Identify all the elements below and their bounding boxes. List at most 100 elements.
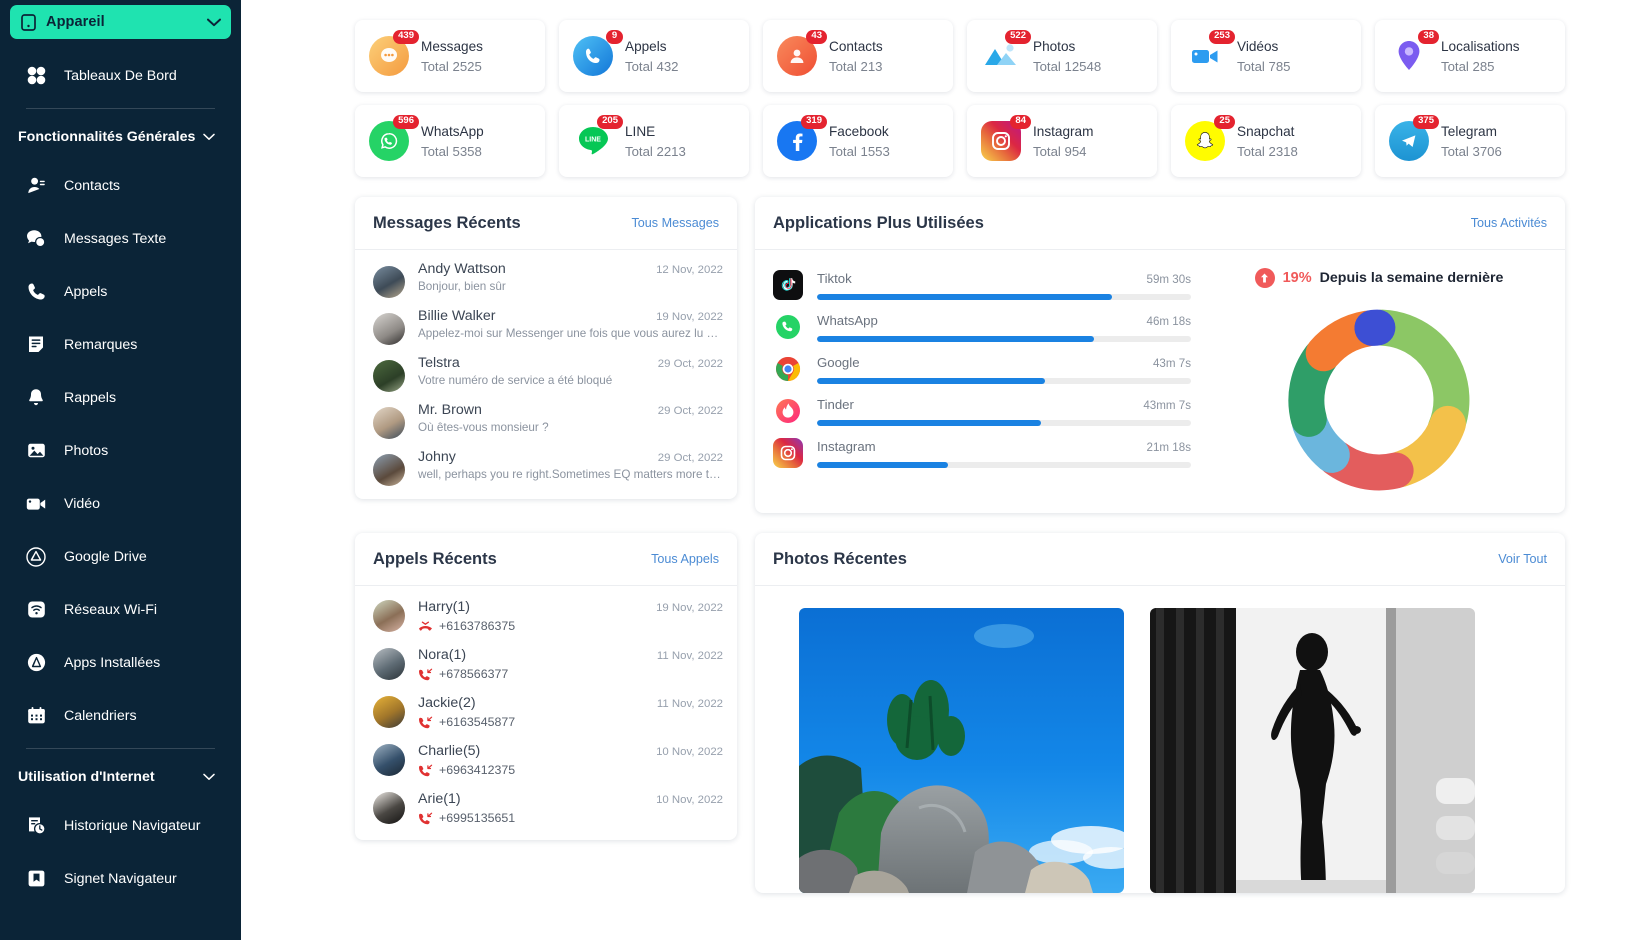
stat-card-contacts[interactable]: 43 Contacts Total 213 [763, 20, 953, 92]
list-item[interactable]: Instagram 21m 18s [755, 432, 1203, 474]
stat-text: Photos Total 12548 [1033, 39, 1101, 74]
sidebar-item-apps-installees[interactable]: Apps Installées [0, 636, 241, 689]
sidebar-group-general[interactable]: Fonctionnalités Générales [0, 115, 241, 159]
list-item[interactable]: Andy Wattson 12 Nov, 2022 Bonjour, bien … [355, 256, 737, 303]
table-row[interactable]: Nora(1) 11 Nov, 2022 +678566377 [355, 640, 737, 688]
list-item[interactable]: Tiktok 59m 30s [755, 264, 1203, 306]
message-date: 19 Nov, 2022 [656, 311, 723, 323]
list-item[interactable]: Telstra 29 Oct, 2022 Votre numéro de ser… [355, 350, 737, 397]
stats-grid: 439 Messages Total 2525 9 Appels Total 4… [355, 20, 1565, 177]
sidebar-group-label: Fonctionnalités Générales [18, 129, 196, 145]
messages-recents-panel: Messages Récents Tous Messages Andy Watt… [355, 197, 737, 499]
table-row[interactable]: Arie(1) 10 Nov, 2022 +6995135651 [355, 784, 737, 832]
chevron-down-icon[interactable] [203, 133, 215, 141]
panel-title: Messages Récents [373, 213, 521, 232]
sidebar-item-dashboard[interactable]: Tableaux De Bord [0, 49, 241, 102]
app-usage-top: Google 43m 7s [817, 355, 1191, 370]
photo-thumbnail[interactable] [799, 608, 1124, 893]
stat-card-appels[interactable]: 9 Appels Total 432 [559, 20, 749, 92]
contacts-icon [26, 176, 46, 196]
stat-card-whatsapp[interactable]: 596 WhatsApp Total 5358 [355, 105, 545, 177]
table-row[interactable]: Harry(1) 19 Nov, 2022 +6163786375 [355, 592, 737, 640]
message-top: Andy Wattson 12 Nov, 2022 [418, 261, 723, 277]
stat-card-instagram[interactable]: 84 Instagram Total 954 [967, 105, 1157, 177]
all-activities-link[interactable]: Tous Activités [1471, 216, 1547, 230]
stat-card-videos[interactable]: 253 Vidéos Total 785 [1171, 20, 1361, 92]
stat-icon-wrap: 9 [573, 30, 623, 76]
stat-title: Snapchat [1237, 123, 1295, 139]
stat-title: Messages [421, 38, 483, 54]
sidebar-item-label: Réseaux Wi-Fi [64, 601, 158, 618]
avatar [373, 407, 405, 439]
list-item[interactable]: Billie Walker 19 Nov, 2022 Appelez-moi s… [355, 303, 737, 350]
call-contact: Harry(1) [418, 599, 471, 615]
list-item[interactable]: Google 43m 7s [755, 348, 1203, 390]
stat-title: Facebook [829, 123, 889, 139]
call-top: Nora(1) 11 Nov, 2022 [418, 647, 723, 663]
sidebar-item-remarques[interactable]: Remarques [0, 318, 241, 371]
stat-total: Total 3706 [1441, 143, 1502, 159]
sidebar-item-historique-navigateur[interactable]: Historique Navigateur [0, 799, 241, 852]
sidebar-item-video[interactable]: Vidéo [0, 477, 241, 530]
stat-card-messages[interactable]: 439 Messages Total 2525 [355, 20, 545, 92]
all-calls-link[interactable]: Tous Appels [651, 552, 719, 566]
stat-card-facebook[interactable]: 319 Facebook Total 1553 [763, 105, 953, 177]
sidebar-group-internet[interactable]: Utilisation d'Internet [0, 755, 241, 799]
list-item[interactable]: Tinder 43mm 7s [755, 390, 1203, 432]
stat-total: Total 954 [1033, 143, 1087, 159]
sidebar-item-google-drive[interactable]: Google Drive [0, 530, 241, 583]
stat-text: Instagram Total 954 [1033, 124, 1093, 159]
sidebar-item-calendriers[interactable]: Calendriers [0, 689, 241, 742]
sidebar-item-messages-texte[interactable]: Messages Texte [0, 212, 241, 265]
stat-total: Total 432 [625, 58, 679, 74]
sidebar-item-label: Messages Texte [64, 230, 167, 247]
donut-svg [1288, 309, 1470, 491]
table-row[interactable]: Charlie(5) 10 Nov, 2022 +6963412375 [355, 736, 737, 784]
sidebar-item-appels[interactable]: Appels [0, 265, 241, 318]
svg-text:LINE: LINE [585, 137, 601, 144]
stat-card-telegram[interactable]: 375 Telegram Total 3706 [1375, 105, 1565, 177]
message-body: Johny 29 Oct, 2022 well, perhaps you re … [418, 449, 723, 481]
stat-card-localisations[interactable]: 38 Localisations Total 285 [1375, 20, 1565, 92]
table-row[interactable]: Jackie(2) 11 Nov, 2022 +6163545877 [355, 688, 737, 736]
stat-card-snapchat[interactable]: 25 Snapchat Total 2318 [1171, 105, 1361, 177]
call-top: Harry(1) 19 Nov, 2022 [418, 599, 723, 615]
view-all-link[interactable]: Voir Tout [1498, 552, 1547, 566]
list-item[interactable]: Mr. Brown 29 Oct, 2022 Où êtes-vous mons… [355, 397, 737, 444]
app-name: Instagram [817, 438, 876, 454]
stat-card-line[interactable]: LINE 205 LINE Total 2213 [559, 105, 749, 177]
device-selector[interactable]: Appareil [10, 5, 231, 39]
sidebar-item-label: Vidéo [64, 495, 101, 512]
message-sender: Billie Walker [418, 308, 496, 324]
stat-icon-wrap: 319 [777, 115, 827, 161]
stat-badge: 319 [801, 115, 827, 129]
avatar [373, 792, 405, 824]
message-snippet: well, perhaps you re right.Sometimes EQ … [418, 468, 723, 481]
app-store-icon [26, 653, 46, 673]
photo-thumbnail[interactable] [1150, 608, 1475, 893]
sidebar-item-rappels[interactable]: Rappels [0, 371, 241, 424]
avatar [373, 744, 405, 776]
stat-title: Telegram [1441, 123, 1497, 139]
list-item[interactable]: WhatsApp 46m 18s [755, 306, 1203, 348]
tinder-icon [773, 396, 803, 426]
all-messages-link[interactable]: Tous Messages [632, 216, 720, 230]
app-usage-meta: Instagram 21m 18s [817, 439, 1191, 468]
chevron-down-icon[interactable] [203, 773, 215, 781]
app-usage-top: Tiktok 59m 30s [817, 271, 1191, 286]
sidebar-item-reseaux-wifi[interactable]: Réseaux Wi-Fi [0, 583, 241, 636]
stat-total: Total 785 [1237, 58, 1291, 74]
sidebar-item-contacts[interactable]: Contacts [0, 159, 241, 212]
calls-icon [573, 36, 613, 76]
list-item[interactable]: Johny 29 Oct, 2022 well, perhaps you re … [355, 444, 737, 491]
sidebar-item-signet-navigateur[interactable]: Signet Navigateur [0, 852, 241, 905]
usage-progress-fill [817, 377, 1046, 384]
sidebar-item-photos[interactable]: Photos [0, 424, 241, 477]
incoming-call-icon [418, 812, 433, 825]
panel-header: Applications Plus Utilisées Tous Activit… [755, 197, 1565, 250]
apps-content: Tiktok 59m 30s WhatsApp 46m 18s Google 4… [755, 250, 1565, 513]
app-usage-meta: Tiktok 59m 30s [817, 271, 1191, 300]
stat-card-photos[interactable]: 522 Photos Total 12548 [967, 20, 1157, 92]
chevron-down-icon[interactable] [207, 18, 221, 27]
google-drive-icon [26, 546, 46, 567]
